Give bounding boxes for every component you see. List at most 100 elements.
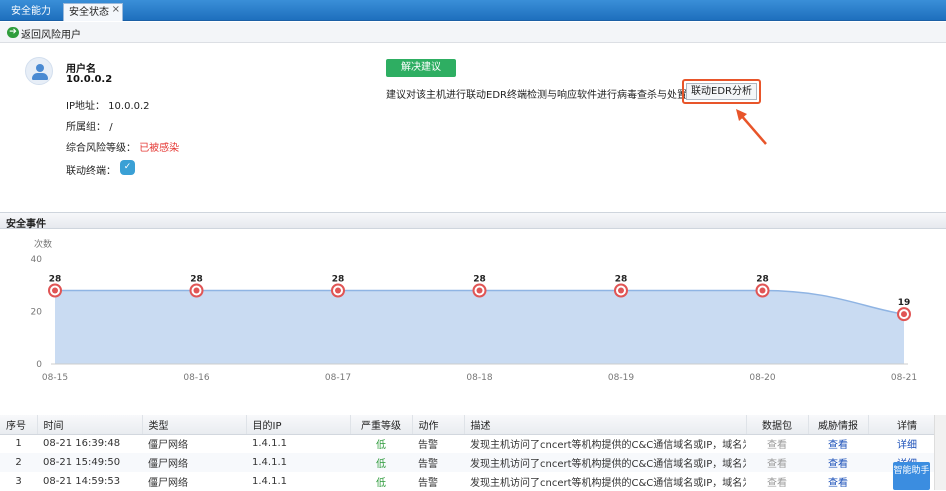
edr-analysis-button[interactable]: 联动EDR分析 [686, 83, 757, 100]
data-label: 28 [615, 275, 628, 285]
row-packet-view-link[interactable]: 查看 [746, 434, 808, 453]
endpoint-label: 联动终端： [66, 166, 116, 177]
row-time: 08-21 14:59:53 [43, 476, 121, 487]
col-action[interactable]: 动作 [412, 415, 465, 435]
col-no[interactable]: 序号 [0, 415, 38, 435]
section-title: 安全事件 [6, 219, 46, 230]
row-severity: 低 [376, 440, 386, 452]
x-tick-label: 08-18 [466, 373, 492, 383]
row-threat-intel-link[interactable]: 查看 [808, 453, 868, 472]
data-point-core [901, 311, 907, 318]
risk-value: 已被感染 [139, 143, 180, 154]
row-severity: 低 [376, 478, 386, 489]
row-no: 3 [15, 476, 22, 487]
ip-value: 10.0.0.2 [108, 101, 150, 112]
col-time[interactable]: 时间 [37, 415, 143, 435]
ip-label: IP地址： [66, 101, 105, 112]
advice-text: 建议对该主机进行联动EDR终端检测与响应软件进行病毒查杀与处置。 [386, 90, 697, 101]
x-tick-label: 08-17 [325, 373, 351, 383]
avatar [25, 57, 53, 85]
row-type: 僵尸网络 [148, 478, 188, 489]
data-label: 28 [473, 275, 486, 285]
row-description: 发现主机访问了cncert等机构提供的C&C通信域名或IP，域名为 [470, 440, 746, 452]
solution-advice-button[interactable]: 解决建议 [386, 59, 456, 77]
x-tick-label: 08-16 [183, 373, 209, 383]
user-icon [36, 64, 44, 72]
row-packet-view-link[interactable]: 查看 [746, 472, 808, 491]
col-type[interactable]: 类型 [142, 415, 247, 435]
y-tick-label: 0 [36, 360, 42, 370]
col-packet[interactable]: 数据包 [746, 415, 809, 435]
close-icon[interactable]: × [112, 1, 120, 18]
row-type: 僵尸网络 [142, 453, 246, 472]
risk-label: 综合风险等级： [66, 143, 136, 154]
data-point-core [52, 287, 58, 294]
tab-bar: 安全能力 安全状态 × [0, 0, 946, 21]
user-icon-body [32, 73, 48, 80]
row-no: 1 [15, 438, 22, 450]
row-threat-intel-link[interactable]: 查看 [808, 434, 868, 453]
tab-label: 安全能力 [11, 6, 51, 17]
row-description: 发现主机访问了cncert等机构提供的C&C通信域名或IP，域名为 [470, 478, 746, 489]
y-tick-label: 40 [31, 255, 43, 265]
tab-security-status[interactable]: 安全状态 × [63, 3, 123, 21]
table-header: 序号 时间 类型 目的IP 严重等级 动作 描述 数据包 威胁情报 详情 [0, 415, 946, 435]
data-label: 28 [49, 275, 62, 285]
data-label: 19 [898, 298, 911, 308]
group-row: 所属组： / [66, 118, 113, 133]
chart-ylabel: 次数 [34, 238, 52, 250]
row-type: 僵尸网络 [148, 440, 188, 452]
col-dest-ip[interactable]: 目的IP [246, 415, 351, 435]
x-tick-label: 08-15 [42, 373, 68, 383]
row-action: 告警 [412, 453, 464, 472]
row-time: 08-21 16:39:48 [43, 438, 121, 450]
ip-row: IP地址： 10.0.0.2 [66, 97, 150, 112]
row-no: 2 [0, 453, 37, 472]
table-row: 3 08-21 14:59:53 僵尸网络 1.4.1.1 低 告警 发现主机访问了cnce… [0, 472, 946, 491]
col-threat-intel[interactable]: 威胁情报 [808, 415, 869, 435]
row-description: 发现主机访问了cncert等机构提供的C&C通信域名或IP，域名为 [464, 453, 746, 472]
row-action: 告警 [418, 478, 438, 489]
security-events-header: 安全事件 [0, 212, 946, 230]
col-description[interactable]: 描述 [464, 415, 747, 435]
security-events-chart: 次数 0 20 40 28 28 28 28 28 28 19 08-15 08-16 08-17 0… [31, 238, 918, 383]
y-tick-label: 20 [31, 308, 43, 318]
row-dest-ip: 1.4.1.1 [246, 453, 350, 472]
series-area [55, 290, 904, 364]
endpoint-row: 联动终端： [66, 162, 116, 177]
tab-security-capability[interactable]: 安全能力 [6, 3, 58, 21]
back-bar: ➔ 返回风险用户 [0, 22, 946, 43]
row-action: 告警 [418, 440, 438, 452]
x-tick-label: 08-20 [749, 373, 775, 383]
table-row: 1 08-21 16:39:48 僵尸网络 1.4.1.1 低 告警 发现主机访问了cnce… [0, 434, 946, 453]
username-label: 用户名 [66, 64, 96, 75]
group-label: 所属组： [66, 122, 106, 133]
data-label: 28 [190, 275, 203, 285]
x-tick-label: 08-21 [891, 373, 917, 383]
pointer-arrow-icon [736, 109, 767, 145]
row-dest-ip: 1.4.1.1 [252, 438, 287, 450]
data-label: 28 [756, 275, 769, 285]
x-tick-label: 08-19 [608, 373, 634, 383]
smart-assistant-button[interactable]: 智能助手 [893, 462, 930, 490]
row-time: 08-21 15:49:50 [37, 453, 142, 472]
data-point-core [618, 287, 624, 294]
data-point-core [335, 287, 341, 294]
edr-shield-icon[interactable]: ✓ [120, 160, 135, 175]
table-row: 2 08-21 15:49:50 僵尸网络 1.4.1.1 低告警 发现主机访问了cnce… [0, 453, 946, 472]
data-point-core [476, 287, 483, 294]
risk-row: 综合风险等级： 已被感染 [66, 139, 179, 154]
table-scrollbar[interactable] [934, 415, 946, 490]
row-dest-ip: 1.4.1.1 [252, 476, 287, 487]
back-arrow-icon[interactable]: ➔ [7, 27, 19, 38]
data-point-core [193, 287, 200, 294]
username-ip: 10.0.0.2 [66, 74, 113, 85]
back-to-risk-users-link[interactable]: 返回风险用户 [21, 26, 81, 41]
events-table: 序号 时间 类型 目的IP 严重等级 动作 描述 数据包 威胁情报 详情 1 08… [0, 415, 946, 491]
tab-label: 安全状态 [69, 7, 109, 18]
group-value: / [109, 122, 113, 133]
col-severity[interactable]: 严重等级 [350, 415, 413, 435]
row-threat-intel-link[interactable]: 查看 [808, 472, 868, 491]
row-packet-view-link[interactable]: 查看 [746, 453, 808, 472]
row-severity: 低 [350, 453, 412, 472]
